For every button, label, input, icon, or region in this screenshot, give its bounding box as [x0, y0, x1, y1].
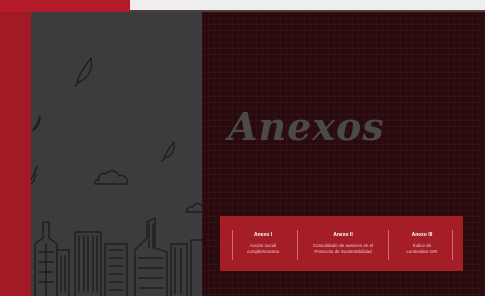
- city-skyline-icon: [34, 217, 202, 296]
- annex-box: Anexo I Acción social complementaria Ane…: [220, 216, 463, 271]
- annex-desc-line2: complementaria: [246, 249, 279, 254]
- annex-heading: Anexo III: [411, 232, 433, 238]
- page-title: Anexos: [228, 104, 385, 149]
- top-bar: [0, 0, 485, 12]
- leaf-icon: [161, 141, 175, 162]
- cloud-icon: [94, 170, 129, 185]
- left-red-bar: [0, 12, 31, 296]
- annex-desc-line2: Protocolo de Sustentabilidad: [314, 249, 372, 254]
- annex-item-3[interactable]: Anexo III Índice de contenidos GRI: [388, 216, 456, 271]
- annex-item-1[interactable]: Anexo I Acción social complementaria: [224, 216, 302, 271]
- leaf-icon: [31, 165, 38, 185]
- annex-desc-line2: contenidos GRI: [406, 249, 438, 254]
- annex-item-2[interactable]: Anexo II Consolidado de avances en el Pr…: [298, 216, 388, 271]
- annex-heading: Anexo I: [253, 232, 273, 238]
- cloud-icon: [185, 202, 202, 213]
- leaf-icon: [74, 57, 93, 87]
- annex-divider: [452, 230, 453, 260]
- top-red-strip: [0, 0, 130, 12]
- annex-divider: [232, 230, 233, 260]
- illustration-panel: [31, 12, 202, 296]
- leaf-icon: [32, 115, 41, 131]
- annex-heading: Anexo II: [333, 232, 353, 238]
- top-light-strip: [130, 0, 485, 10]
